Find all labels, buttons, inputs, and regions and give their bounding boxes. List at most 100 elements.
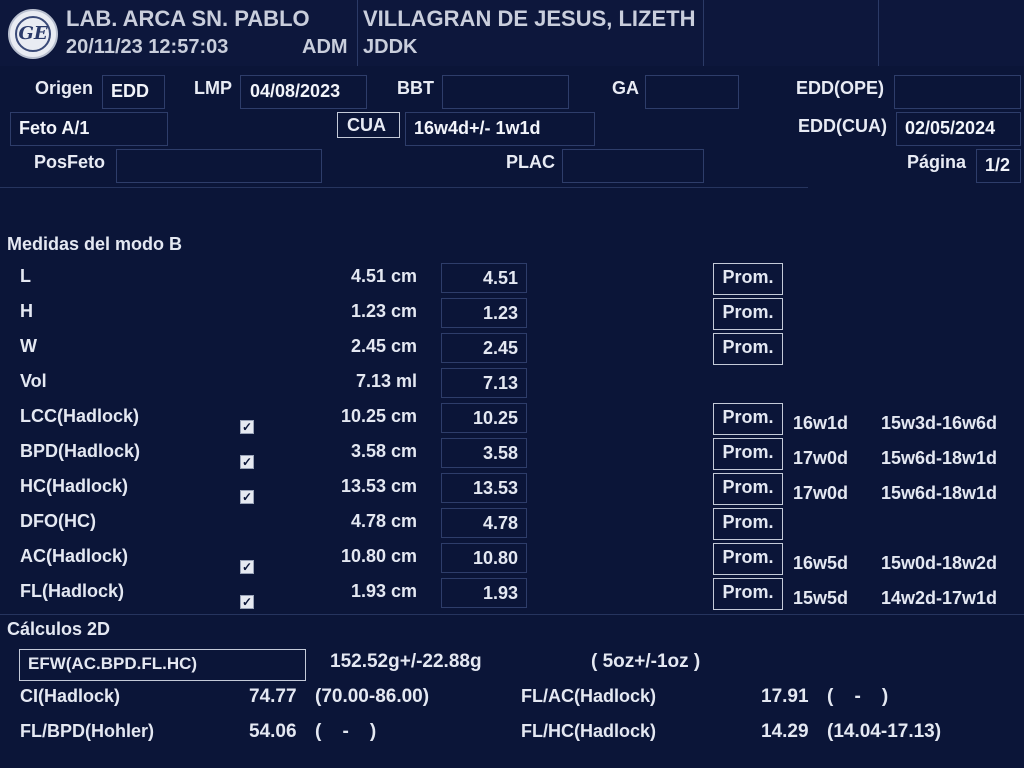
patient-name: VILLAGRAN DE JESUS, LIZETH [363,6,700,32]
measurement-avg-field[interactable]: 3.58 [441,438,527,468]
ga-field[interactable] [645,75,739,109]
prom-button[interactable]: Prom. [713,508,783,540]
measurement-avg-field[interactable]: 10.80 [441,543,527,573]
feto-value: Feto A/1 [19,118,90,138]
lmp-value: 04/08/2023 [250,81,341,101]
measurement-checkbox[interactable]: ✓ [240,455,254,469]
posfeto-field[interactable] [116,149,322,183]
measurement-name: FL(Hadlock) [20,581,125,601]
measurement-name: H [20,301,33,321]
cua-button[interactable]: CUA [337,112,400,138]
prom-button[interactable]: Prom. [713,578,783,610]
header-divider [357,0,358,66]
measurement-ga: 15w5d [793,588,849,608]
measurement-value: 1.93 cm [350,581,417,601]
edd-ope-field[interactable] [894,75,1021,109]
origen-label: Origen [35,78,94,98]
measurement-value: 2.45 cm [350,336,417,356]
measurement-ga: 17w0d [793,448,849,468]
flbpd-range: ( - ) [315,721,377,742]
calc-title: Cálculos 2D [7,619,111,639]
bbt-field[interactable] [442,75,569,109]
measurement-avg-field[interactable]: 7.13 [441,368,527,398]
measurement-checkbox[interactable]: ✓ [240,560,254,574]
flhc-label: FL/HC(Hadlock) [521,721,656,741]
bbt-label: BBT [397,78,434,98]
header-divider [703,0,704,66]
edd-cua-label: EDD(CUA) [798,116,887,136]
measurement-name: BPD(Hadlock) [20,441,141,461]
measurement-avg-field[interactable]: 13.53 [441,473,527,503]
calc-divider [0,614,1024,615]
measurement-avg-field[interactable]: 2.45 [441,333,527,363]
ga-label: GA [612,78,639,98]
measurement-value: 4.51 cm [350,266,417,286]
info-divider [0,187,808,188]
edd-cua-field[interactable]: 02/05/2024 [896,112,1021,146]
measurement-value: 4.78 cm [350,511,417,531]
measurement-name: W [20,336,37,356]
measurement-ga-range: 14w2d-17w1d [881,588,998,608]
measurement-ga-range: 15w0d-18w2d [881,553,998,573]
measurement-value: 3.58 cm [350,441,417,461]
ci-range: (70.00-86.00) [315,686,430,707]
measurement-name: Vol [20,371,47,391]
measurement-value: 7.13 ml [355,371,417,391]
measurement-name: DFO(HC) [20,511,96,531]
measurement-ga: 16w1d [793,413,849,433]
measurement-checkbox[interactable]: ✓ [240,595,254,609]
lmp-label: LMP [194,78,232,98]
efw-value: 152.52g+/-22.88g [330,651,482,672]
ci-value: 74.77 [249,686,297,707]
measurement-value: 13.53 cm [340,476,417,496]
measurement-avg-field[interactable]: 1.23 [441,298,527,328]
measurement-value: 10.25 cm [340,406,417,426]
ci-label: CI(Hadlock) [20,686,121,706]
measurement-avg-field[interactable]: 4.78 [441,508,527,538]
cua-field[interactable]: 16w4d+/- 1w1d [405,112,595,146]
prom-button[interactable]: Prom. [713,298,783,330]
efw-field[interactable]: EFW(AC.BPD.FL.HC) [19,649,306,681]
prom-button[interactable]: Prom. [713,263,783,295]
cua-label: CUA [347,115,386,135]
flbpd-value: 54.06 [249,721,297,742]
measurement-name: HC(Hadlock) [20,476,129,496]
flhc-value: 14.29 [761,721,809,742]
prom-button[interactable]: Prom. [713,438,783,470]
measurement-value: 10.80 cm [340,546,417,566]
measurement-avg-field[interactable]: 4.51 [441,263,527,293]
prom-button[interactable]: Prom. [713,403,783,435]
prom-button[interactable]: Prom. [713,473,783,505]
plac-label: PLAC [506,152,555,172]
origen-field[interactable]: EDD [102,75,165,109]
pagina-field[interactable]: 1/2 [976,149,1021,183]
pagina-value: 1/2 [985,155,1011,175]
measurement-name: L [20,266,31,286]
edd-ope-label: EDD(OPE) [796,78,885,98]
patient-name-text: VILLAGRAN DE JESUS, LIZETH [363,6,696,31]
measurement-value: 1.23 cm [350,301,417,321]
efw-oz: ( 5oz+/-1oz ) [591,651,701,672]
pagina-label: Página [907,152,967,172]
cua-value: 16w4d+/- 1w1d [414,118,541,138]
posfeto-label: PosFeto [34,152,106,172]
feto-field[interactable]: Feto A/1 [10,112,168,146]
measurement-avg-field[interactable]: 1.93 [441,578,527,608]
prom-button[interactable]: Prom. [713,543,783,575]
measurement-ga-range: 15w6d-18w1d [881,483,998,503]
measurement-avg-field[interactable]: 10.25 [441,403,527,433]
measurement-checkbox[interactable]: ✓ [240,490,254,504]
exam-datetime: 20/11/23 12:57:03 [66,36,229,58]
bmode-title: Medidas del modo B [7,234,183,254]
prom-button[interactable]: Prom. [713,333,783,365]
measurement-ga-range: 15w3d-16w6d [881,413,998,433]
flac-label: FL/AC(Hadlock) [521,686,656,706]
lmp-field[interactable]: 04/08/2023 [240,75,367,109]
measurement-checkbox[interactable]: ✓ [240,420,254,434]
flac-range: ( - ) [827,686,889,707]
patient-id: JDDK [363,36,418,58]
flhc-range: (14.04-17.13) [827,721,942,742]
plac-field[interactable] [562,149,704,183]
origen-value: EDD [111,81,150,101]
measurement-ga-range: 15w6d-18w1d [881,448,998,468]
